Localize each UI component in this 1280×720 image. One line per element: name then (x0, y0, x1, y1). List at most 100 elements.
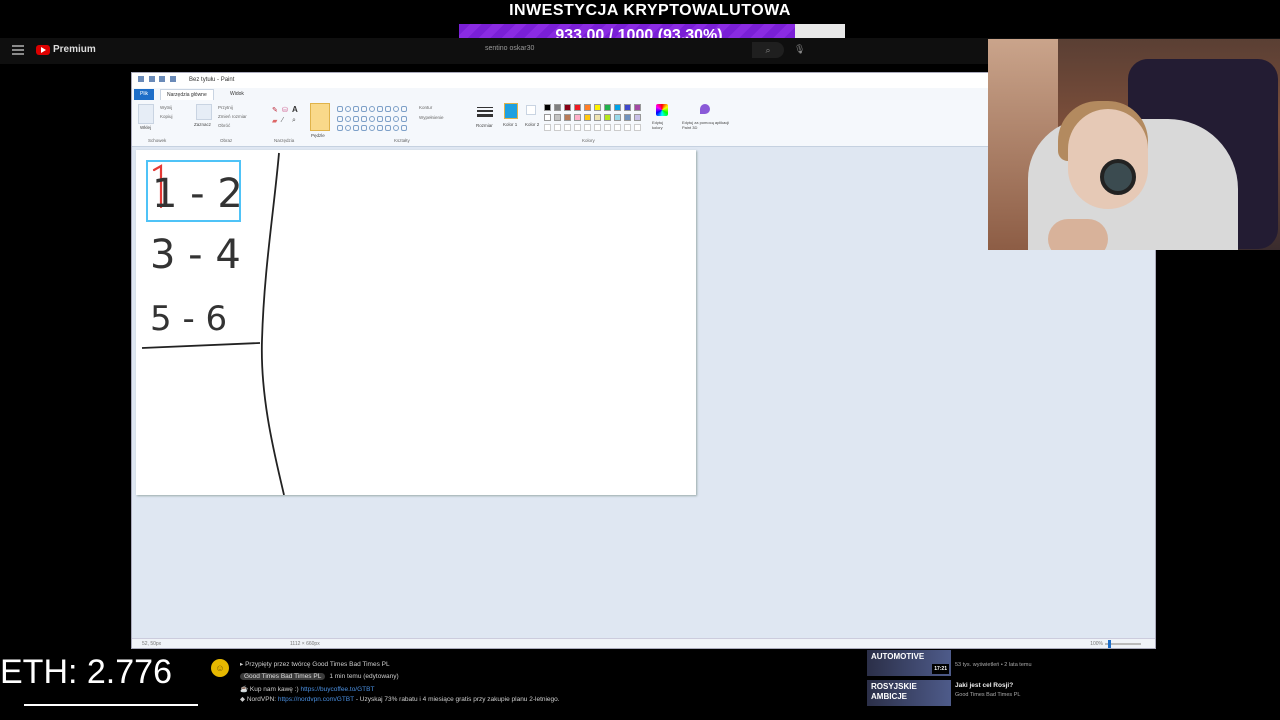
color1-swatch[interactable] (504, 103, 518, 119)
resize-button[interactable]: Zmień rozmiar (218, 114, 247, 119)
shape-item-icon[interactable] (345, 125, 351, 132)
search-input[interactable]: sentino oskar30 (485, 45, 534, 52)
palette-swatch[interactable] (594, 114, 601, 121)
paste-button[interactable] (138, 104, 154, 124)
cut-button[interactable]: Wytnij (160, 105, 172, 110)
palette-custom-swatch[interactable] (554, 124, 561, 131)
shape-item-icon[interactable] (337, 115, 343, 122)
related-thumbnail-1[interactable]: AUTOMOTIVE 17:21 (867, 650, 951, 676)
copy-button[interactable]: Kopiuj (160, 114, 173, 119)
palette-swatch[interactable] (564, 114, 571, 121)
palette-swatch[interactable] (624, 104, 631, 111)
save-icon[interactable] (148, 76, 155, 83)
palette-swatch[interactable] (584, 114, 591, 121)
fill-bucket-icon[interactable]: ⛁ (282, 106, 288, 114)
edit-colors-icon[interactable] (656, 104, 668, 116)
paint3d-icon[interactable] (700, 104, 710, 114)
palette-swatch[interactable] (634, 104, 641, 111)
palette-swatch[interactable] (554, 104, 561, 111)
shape-item-icon[interactable] (369, 115, 375, 122)
related-video-2[interactable]: ROSYJSKIE AMBICJE Jaki jest cel Rosji? G… (867, 680, 1157, 706)
related-title-2[interactable]: Jaki jest cel Rosji? (955, 682, 1013, 689)
size-button[interactable] (477, 105, 493, 119)
palette-custom-swatch[interactable] (634, 124, 641, 131)
palette-swatch[interactable] (604, 104, 611, 111)
shape-item-icon[interactable] (353, 125, 359, 132)
palette-swatch[interactable] (624, 114, 631, 121)
palette-swatch[interactable] (594, 104, 601, 111)
related-video-1[interactable]: AUTOMOTIVE 17:21 53 tys. wyświetleń • 2 … (867, 650, 1157, 676)
shape-item-icon[interactable] (385, 106, 391, 112)
shape-item-icon[interactable] (361, 115, 367, 122)
drawing-canvas[interactable]: 1 - 2 3 - 4 5 - 6 (136, 150, 696, 495)
palette-swatch[interactable] (544, 104, 551, 111)
shape-item-icon[interactable] (377, 115, 383, 122)
shape-item-icon[interactable] (385, 125, 391, 132)
shape-item-icon[interactable] (385, 115, 391, 122)
shape-item-icon[interactable] (393, 115, 399, 122)
shape-item-icon[interactable] (369, 125, 375, 132)
shape-item-icon[interactable] (377, 106, 383, 112)
shape-item-icon[interactable] (369, 106, 375, 112)
shape-item-icon[interactable] (353, 115, 359, 122)
shape-item-icon[interactable] (401, 125, 407, 132)
shape-item-icon[interactable] (401, 115, 407, 122)
shape-item-icon[interactable] (401, 106, 407, 112)
shape-item-icon[interactable] (345, 115, 351, 122)
zoom-slider-thumb[interactable] (1108, 640, 1111, 648)
shape-item-icon[interactable] (337, 106, 343, 112)
palette-custom-swatch[interactable] (624, 124, 631, 131)
palette-swatch[interactable] (544, 114, 551, 121)
related-thumbnail-2[interactable]: ROSYJSKIE AMBICJE (867, 680, 951, 706)
channel-avatar[interactable]: ☺ (211, 659, 229, 677)
shape-item-icon[interactable] (361, 106, 367, 112)
palette-custom-swatch[interactable] (564, 124, 571, 131)
shape-item-icon[interactable] (337, 125, 343, 132)
outline-button[interactable]: Kontur (419, 105, 432, 110)
palette-custom-swatch[interactable] (584, 124, 591, 131)
palette-swatch[interactable] (634, 114, 641, 121)
rotate-button[interactable]: Obróć (218, 123, 230, 128)
shape-item-icon[interactable] (393, 106, 399, 112)
author-badge[interactable]: Good Times Bad Times PL (240, 673, 326, 680)
fill-button[interactable]: Wypełnienie (419, 115, 443, 120)
palette-swatch[interactable] (574, 114, 581, 121)
color2-swatch[interactable] (526, 105, 536, 115)
palette-custom-swatch[interactable] (594, 124, 601, 131)
brushes-button[interactable] (310, 103, 330, 131)
shape-item-icon[interactable] (361, 125, 367, 132)
palette-custom-swatch[interactable] (574, 124, 581, 131)
select-button[interactable] (196, 104, 212, 120)
palette-swatch[interactable] (574, 104, 581, 111)
vpn-link[interactable]: https://nordvpn.com/GTBT (278, 696, 354, 703)
tab-file[interactable]: Plik (134, 89, 155, 100)
eraser-icon[interactable]: ▰ (272, 117, 277, 125)
microphone-icon[interactable]: 🎙 (794, 44, 805, 55)
search-icon[interactable]: ⌕ (752, 42, 784, 58)
tab-view[interactable]: Widok (224, 89, 250, 100)
tab-home[interactable]: Narzędzia główne (160, 89, 214, 100)
redo-icon[interactable] (170, 76, 177, 83)
palette-swatch[interactable] (584, 104, 591, 111)
palette-custom-swatch[interactable] (614, 124, 621, 131)
palette-swatch[interactable] (614, 114, 621, 121)
shape-item-icon[interactable] (345, 106, 351, 112)
youtube-logo[interactable]: Premium (36, 44, 96, 55)
palette-swatch[interactable] (604, 114, 611, 121)
palette-swatch[interactable] (554, 114, 561, 121)
text-tool-icon[interactable]: A (292, 105, 298, 114)
coffee-link[interactable]: https://buycoffee.to/GTBT (301, 686, 375, 693)
shapes-gallery[interactable] (337, 106, 407, 134)
crop-button[interactable]: Przytnij (218, 105, 233, 110)
shape-item-icon[interactable] (377, 125, 383, 132)
palette-custom-swatch[interactable] (604, 124, 611, 131)
shape-item-icon[interactable] (393, 125, 399, 132)
palette-swatch[interactable] (614, 104, 621, 111)
pencil-icon[interactable]: ✎ (272, 106, 278, 114)
hamburger-menu-icon[interactable] (12, 45, 24, 55)
magnifier-icon[interactable]: ⌕ (292, 117, 296, 125)
shape-item-icon[interactable] (353, 106, 359, 112)
undo-icon[interactable] (159, 76, 166, 83)
palette-swatch[interactable] (564, 104, 571, 111)
palette-custom-swatch[interactable] (544, 124, 551, 131)
